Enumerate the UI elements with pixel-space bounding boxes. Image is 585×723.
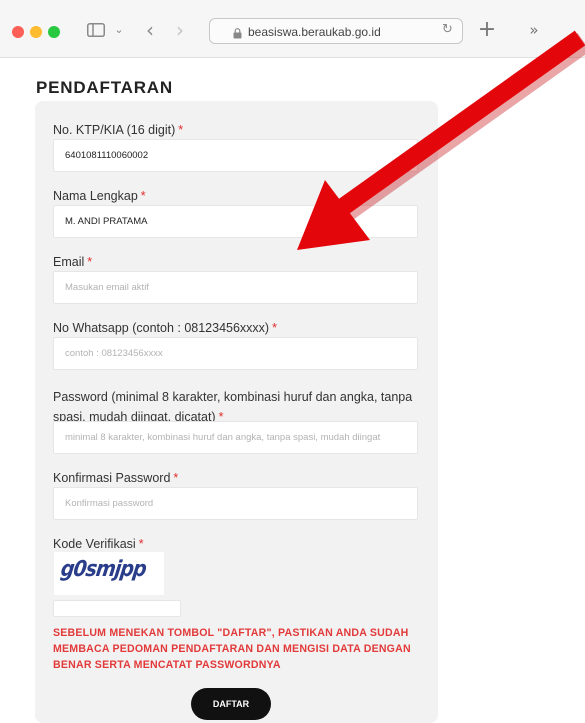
required-mark: * (87, 255, 93, 269)
minimize-window-button[interactable] (30, 26, 42, 38)
captcha-image: g0smjpp (54, 552, 164, 595)
name-label: Nama Lengkap * (53, 189, 146, 203)
confirm-password-input[interactable] (53, 487, 418, 520)
required-mark: * (140, 189, 146, 203)
url-text: beasiswa.beraukab.go.id (248, 25, 381, 39)
ktp-input[interactable] (53, 139, 418, 172)
email-label: Email * (53, 255, 93, 269)
captcha-input[interactable] (53, 600, 181, 617)
submit-button[interactable]: DAFTAR (191, 688, 271, 720)
confirm-password-label: Konfirmasi Password * (53, 471, 179, 485)
required-mark: * (178, 123, 184, 137)
captcha-label: Kode Verifikasi * (53, 537, 144, 551)
captcha-text: g0smjpp (59, 556, 148, 582)
name-input[interactable] (53, 205, 418, 238)
whatsapp-input[interactable] (53, 337, 418, 370)
required-mark: * (138, 537, 144, 551)
chevron-down-icon[interactable]: ⌄ (112, 18, 126, 42)
close-window-button[interactable] (12, 26, 24, 38)
whatsapp-label: No Whatsapp (contoh : 08123456xxxx) * (53, 321, 277, 335)
reload-icon[interactable]: ↻ (442, 22, 453, 37)
lock-icon (233, 26, 242, 44)
sidebar-toggle-icon[interactable] (84, 18, 108, 42)
ktp-label: No. KTP/KIA (16 digit) * (53, 123, 184, 137)
address-bar[interactable]: beasiswa.beraukab.go.id ↻ (209, 18, 463, 44)
back-arrow-icon[interactable]: ‹ (142, 18, 158, 42)
required-mark: * (272, 321, 277, 335)
forward-arrow-icon[interactable]: › (172, 18, 188, 42)
page-title: PENDAFTARAN (36, 78, 173, 97)
required-mark: * (173, 471, 179, 485)
warning-text: SEBELUM MENEKAN TOMBOL "DAFTAR", PASTIKA… (53, 627, 411, 671)
more-tabs-icon[interactable]: » (524, 18, 544, 42)
zoom-window-button[interactable] (48, 26, 60, 38)
new-tab-icon[interactable]: + (476, 18, 498, 42)
email-input[interactable] (53, 271, 418, 304)
password-input[interactable] (53, 421, 418, 454)
browser-toolbar: ⌄ ‹ › beasiswa.beraukab.go.id ↻ + » (0, 0, 585, 58)
